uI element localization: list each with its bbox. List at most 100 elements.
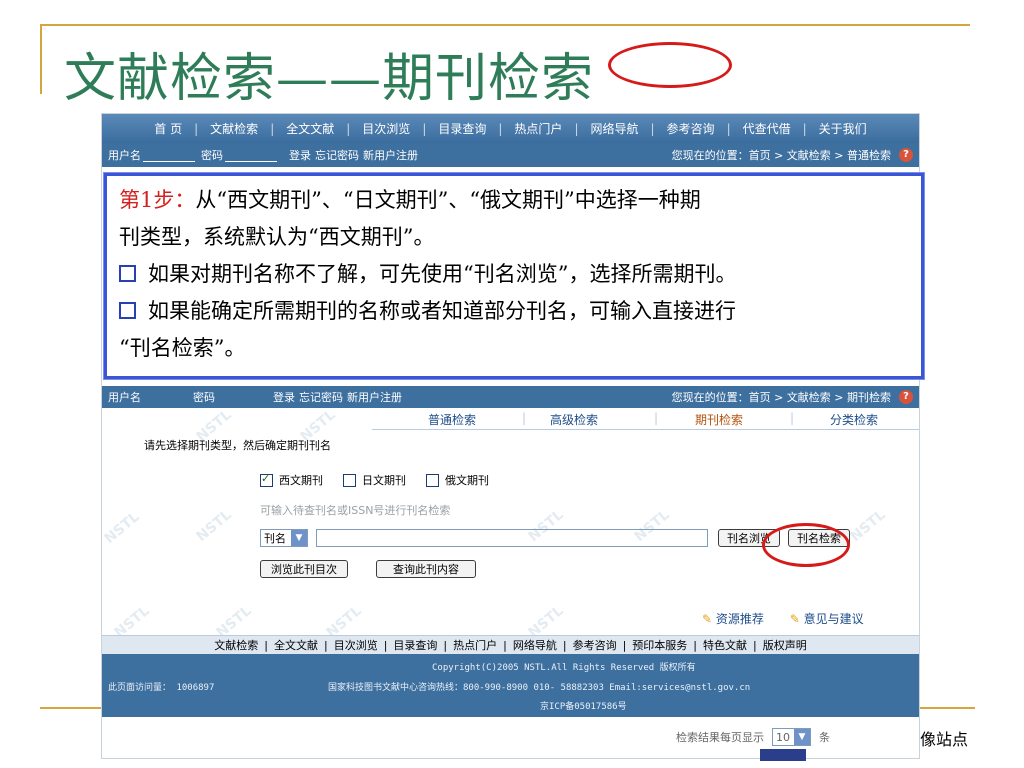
footer-nav: 文献检索 | 全文文献 | 目次浏览 | 目录查询 | 热点门户 | 网络导航 | 参考咨询…	[102, 635, 919, 655]
tab-category-search[interactable]: 分类检索	[830, 411, 878, 428]
site-footer: Copyright(C)2005 NSTL.All Rights Reserve…	[102, 654, 919, 717]
field-select-value: 刊名	[264, 532, 286, 545]
nav-delivery[interactable]: 代查代借	[737, 120, 797, 137]
page-size-unit: 条	[819, 731, 830, 744]
footer-nav-item[interactable]: 目录查询	[387, 637, 443, 653]
feedback-link[interactable]: 意见与建议	[804, 612, 864, 626]
username-label: 用户名	[108, 391, 141, 404]
hotline-text: 国家科技图书文献中心咨询热线：800-990-8900 010- 5888230…	[328, 683, 751, 693]
forgot-password-link[interactable]: 忘记密码	[315, 147, 359, 163]
top-nav: 首 页 | 文献检索 | 全文文献 | 目次浏览 | 目录查询 | 热点门户 | 网络导航 |…	[102, 114, 919, 143]
visit-counter-label: 此页面访问量：	[108, 683, 172, 693]
tab-underline	[372, 429, 919, 430]
nav-home[interactable]: 首 页	[148, 120, 188, 137]
slide-bottom-rule-left	[40, 707, 102, 709]
forgot-password-link[interactable]: 忘记密码	[299, 389, 343, 405]
journal-type-prompt: 请先选择期刊类型，然后确定期刊刊名	[144, 439, 331, 452]
instruction-bullet-1-text: 如果对期刊名称不了解，可先使用“刊名浏览”，选择所需期刊。	[148, 262, 737, 286]
field-select[interactable]: 刊名 ▼	[260, 529, 308, 547]
step-label: 第1步：	[119, 188, 196, 212]
footer-nav-item[interactable]: 文献检索	[208, 637, 264, 653]
watermark: NSTL	[847, 506, 889, 546]
page-size-label: 检索结果每页显示	[676, 731, 764, 744]
footer-nav-item[interactable]: 目次浏览	[328, 637, 384, 653]
russian-journal-checkbox[interactable]	[426, 473, 439, 487]
footer-nav-item[interactable]: 特色文献	[697, 637, 753, 653]
query-content-button[interactable]: 查询此刊内容	[376, 560, 476, 578]
search-hint: 可输入待查刊名或ISSN号进行刊名检索	[260, 504, 451, 517]
nav-fulltext[interactable]: 全文文献	[280, 120, 340, 137]
nav-catalog[interactable]: 目录查询	[432, 120, 492, 137]
username-field[interactable]	[143, 149, 195, 162]
resource-recommend-link[interactable]: 资源推荐	[716, 612, 764, 626]
pencil-icon: ✎	[702, 612, 713, 626]
western-journal-checkbox[interactable]	[260, 472, 273, 487]
watermark: NSTL	[193, 506, 235, 546]
help-icon[interactable]: ?	[899, 390, 913, 404]
browse-toc-button[interactable]: 浏览此刊目次	[260, 560, 348, 578]
password-field[interactable]	[225, 149, 277, 162]
register-link[interactable]: 新用户注册	[347, 389, 402, 405]
footer-nav-item[interactable]: 网络导航	[507, 637, 563, 653]
page-size-select[interactable]: 10 ▼	[772, 728, 811, 746]
checkbox-bullet-icon	[119, 302, 136, 319]
slide-right-note: 像站点	[920, 730, 969, 749]
instruction-bullet-2-text: 如果能确定所需期刊的名称或者知道部分刊名，可输入直接进行	[148, 299, 736, 323]
login-link[interactable]: 登录	[289, 147, 311, 163]
instruction-text: 第1步：从“西文期刊”、“日文期刊”、“俄文期刊”中选择一种期 刊类型，系统默认…	[119, 182, 909, 367]
nav-separator: |	[650, 121, 655, 136]
journal-name-input[interactable]	[316, 529, 708, 547]
nav-reference[interactable]: 参考咨询	[661, 120, 721, 137]
instruction-line-1: 第1步：从“西文期刊”、“日文期刊”、“俄文期刊”中选择一种期	[119, 182, 909, 219]
page-size-control: 检索结果每页显示 10 ▼ 条	[676, 728, 830, 746]
footer-nav-item[interactable]: 版权声明	[757, 637, 813, 653]
journal-action-row: 浏览此刊目次 查询此刊内容	[260, 560, 476, 578]
highlight-oval	[608, 42, 732, 88]
nav-separator: |	[802, 121, 807, 136]
help-icon[interactable]: ?	[899, 148, 913, 162]
instruction-bullet-1: 如果对期刊名称不了解，可先使用“刊名浏览”，选择所需期刊。	[119, 256, 909, 293]
tab-separator: |	[654, 411, 659, 425]
nav-hot-portal[interactable]: 热点门户	[508, 120, 568, 137]
password-label: 密码	[201, 149, 223, 162]
chevron-down-icon[interactable]: ▼	[794, 729, 810, 745]
slide-top-rule	[40, 24, 970, 26]
nav-about[interactable]: 关于我们	[813, 120, 873, 137]
icp-text: 京ICP备05017586号	[540, 702, 627, 712]
nav-separator: |	[270, 121, 275, 136]
footer-nav-item[interactable]: 热点门户	[447, 637, 503, 653]
nav-separator: |	[422, 121, 427, 136]
copyright-text: Copyright(C)2005 NSTL.All Rights Reserve…	[432, 663, 696, 673]
register-link[interactable]: 新用户注册	[363, 147, 418, 163]
nav-toc-browse[interactable]: 目次浏览	[356, 120, 416, 137]
nav-separator: |	[726, 121, 731, 136]
footer-nav-item[interactable]: 参考咨询	[567, 637, 623, 653]
footer-nav-item[interactable]: 预印本服务	[626, 637, 693, 653]
journal-type-options: 西文期刊 日文期刊 俄文期刊	[260, 472, 489, 488]
login-link[interactable]: 登录	[273, 389, 295, 405]
nav-web-guide[interactable]: 网络导航	[584, 120, 644, 137]
page-size-value: 10	[776, 730, 790, 744]
location-breadcrumb-top: 您现在的位置：首页 > 文献检索 > 普通检索	[671, 149, 891, 162]
password-label: 密码	[193, 391, 215, 404]
tab-journal-search[interactable]: 期刊检索	[695, 411, 743, 428]
japanese-journal-checkbox[interactable]	[343, 473, 356, 487]
watermark: NSTL	[101, 508, 143, 548]
western-journal-label: 西文期刊	[279, 474, 323, 487]
nav-literature-search[interactable]: 文献检索	[204, 120, 264, 137]
chevron-down-icon[interactable]: ▼	[291, 530, 307, 546]
visit-counter-value: 1006897	[176, 683, 215, 693]
nav-separator: |	[346, 121, 351, 136]
tab-basic-search[interactable]: 普通检索	[428, 411, 476, 428]
checkbox-bullet-icon	[119, 265, 136, 282]
footer-nav-item[interactable]: 全文文献	[268, 637, 324, 653]
location-breadcrumb: 您现在的位置：首页 > 文献检索 > 期刊检索	[671, 391, 891, 404]
tab-separator: |	[522, 411, 527, 425]
pencil-icon: ✎	[789, 612, 800, 626]
username-label: 用户名	[108, 149, 141, 162]
tab-advanced-search[interactable]: 高级检索	[550, 411, 598, 428]
tab-separator: |	[790, 411, 795, 425]
instruction-bullet-2: 如果能确定所需期刊的名称或者知道部分刊名，可输入直接进行	[119, 293, 909, 330]
russian-journal-label: 俄文期刊	[445, 474, 489, 487]
highlight-oval	[762, 523, 850, 567]
